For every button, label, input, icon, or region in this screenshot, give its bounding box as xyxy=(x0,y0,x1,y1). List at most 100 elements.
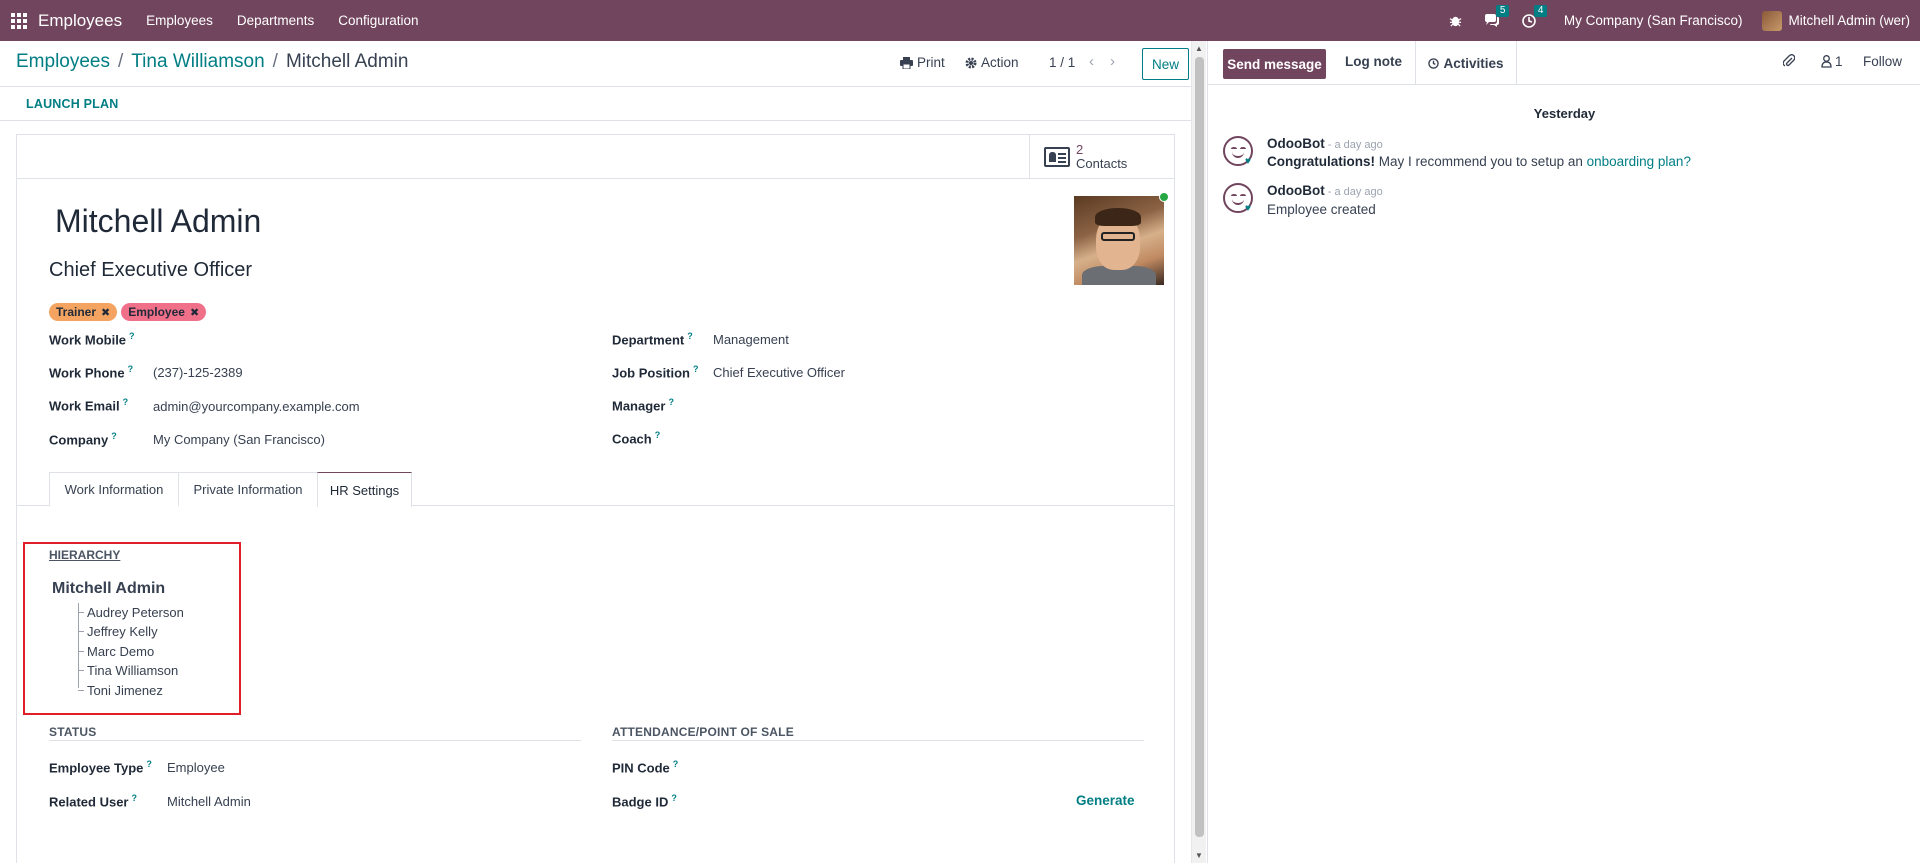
company-switcher[interactable]: My Company (San Francisco) xyxy=(1564,13,1743,28)
send-message-button[interactable]: Send message xyxy=(1223,49,1326,79)
hierarchy-child[interactable]: Audrey Peterson xyxy=(87,605,184,620)
message-time: - a day ago xyxy=(1327,186,1383,198)
hierarchy-connector xyxy=(78,603,79,688)
pager-previous-icon[interactable]: ‹ xyxy=(1089,53,1094,70)
contacts-smart-button[interactable]: 2 Contacts xyxy=(1029,135,1174,179)
hierarchy-child[interactable]: Toni Jimenez xyxy=(87,683,163,698)
hierarchy-child[interactable]: Marc Demo xyxy=(87,644,154,659)
top-navbar: Employees Employees Departments Configur… xyxy=(0,0,1920,41)
pin-code-label: PIN Code? xyxy=(612,759,679,776)
breadcrumb-current: Mitchell Admin xyxy=(285,51,409,72)
tab-private-information[interactable]: Private Information xyxy=(178,472,318,506)
department-field[interactable]: Management xyxy=(713,332,789,347)
breadcrumb-employees[interactable]: Employees xyxy=(16,51,110,72)
department-label: Department? xyxy=(612,331,693,348)
pager-next-icon[interactable]: › xyxy=(1110,53,1115,70)
debug-bug-icon[interactable] xyxy=(1449,14,1462,27)
employee-job-title[interactable]: Chief Executive Officer xyxy=(49,259,252,282)
print-icon xyxy=(900,56,913,69)
user-menu[interactable]: Mitchell Admin (wer) xyxy=(1762,10,1910,31)
print-label: Print xyxy=(917,55,945,70)
activities-button[interactable]: Activities xyxy=(1415,41,1517,85)
attachment-paperclip-icon[interactable] xyxy=(1783,54,1795,68)
hierarchy-title: HIERARCHY xyxy=(49,548,121,562)
tab-hr-settings[interactable]: HR Settings xyxy=(317,472,412,507)
button-box: 2 Contacts xyxy=(17,135,1174,179)
messages-icon[interactable]: 5 xyxy=(1484,4,1510,28)
breadcrumb-tina-williamson[interactable]: Tina Williamson xyxy=(131,51,264,72)
chatter-panel: Send message Log note Activities 1 Follo… xyxy=(1207,41,1920,863)
followers-count: 1 xyxy=(1835,54,1843,69)
message-author[interactable]: OdooBot - a day ago xyxy=(1267,183,1383,198)
gear-icon xyxy=(965,57,977,68)
scroll-thumb[interactable] xyxy=(1195,57,1204,837)
apps-menu-icon[interactable] xyxy=(0,0,38,41)
menu-configuration[interactable]: Configuration xyxy=(338,13,418,28)
coach-field[interactable] xyxy=(713,430,1013,448)
action-button[interactable]: Action xyxy=(965,55,1019,70)
tag-trainer: Trainer ✖ xyxy=(49,303,118,321)
contacts-label: Contacts xyxy=(1076,156,1128,171)
menu-employees[interactable]: Employees xyxy=(146,13,213,28)
scroll-up-icon[interactable]: ▲ xyxy=(1195,44,1203,53)
work-phone-field[interactable]: (237)-125-2389 xyxy=(153,365,243,380)
odoobot-avatar[interactable]: ♥ xyxy=(1223,183,1253,214)
coach-label: Coach? xyxy=(612,430,661,447)
odoobot-avatar[interactable]: ♥ xyxy=(1223,136,1253,167)
employee-type-label: Employee Type? xyxy=(49,759,152,776)
follow-button[interactable]: Follow xyxy=(1863,54,1902,69)
company-field[interactable]: My Company (San Francisco) xyxy=(153,432,325,447)
log-note-button[interactable]: Log note xyxy=(1345,54,1402,69)
work-mobile-label: Work Mobile? xyxy=(49,331,135,348)
tab-work-information[interactable]: Work Information xyxy=(49,472,179,506)
related-user-field[interactable]: Mitchell Admin xyxy=(167,794,251,809)
scroll-down-icon[interactable]: ▼ xyxy=(1195,851,1203,860)
work-phone-label: Work Phone? xyxy=(49,364,134,381)
launch-plan-button[interactable]: LAUNCH PLAN xyxy=(26,97,118,111)
employee-photo[interactable] xyxy=(1074,196,1164,285)
work-email-label: Work Email? xyxy=(49,397,129,414)
form-sheet: 2 Contacts Mitchell Admin Chief Executiv… xyxy=(16,134,1175,863)
manager-field[interactable] xyxy=(713,397,1013,415)
messages-count-badge: 5 xyxy=(1495,4,1510,17)
menu-departments[interactable]: Departments xyxy=(237,13,314,28)
work-mobile-field[interactable] xyxy=(153,331,453,349)
print-button[interactable]: Print xyxy=(900,55,945,70)
contact-card-icon xyxy=(1044,147,1070,167)
message-body: Employee created xyxy=(1267,202,1376,217)
breadcrumb: Employees / Tina Williamson / Mitchell Admin xyxy=(16,51,409,72)
employee-name[interactable]: Mitchell Admin xyxy=(55,203,261,240)
control-panel: Employees / Tina Williamson / Mitchell Admin… xyxy=(0,41,1206,87)
onboarding-plan-link[interactable]: onboarding plan? xyxy=(1587,154,1691,169)
app-brand[interactable]: Employees xyxy=(38,11,122,31)
generate-badge-link[interactable]: Generate xyxy=(1076,793,1135,808)
message-author[interactable]: OdooBot - a day ago xyxy=(1267,136,1383,151)
form-statusbar: LAUNCH PLAN xyxy=(0,87,1194,121)
activities-clock-icon[interactable]: 4 xyxy=(1522,4,1548,28)
hierarchy-root[interactable]: Mitchell Admin xyxy=(52,580,165,598)
employee-tags[interactable]: Trainer ✖ Employee ✖ xyxy=(49,303,210,321)
message-time: - a day ago xyxy=(1327,139,1383,151)
work-email-field[interactable]: admin@yourcompany.example.com xyxy=(153,399,360,414)
activities-label: Activities xyxy=(1443,55,1504,71)
user-name: Mitchell Admin (wer) xyxy=(1788,13,1910,28)
manager-label: Manager? xyxy=(612,397,674,414)
pager-value[interactable]: 1 / 1 xyxy=(1049,55,1075,70)
hierarchy-child[interactable]: Jeffrey Kelly xyxy=(87,624,158,639)
hierarchy-child[interactable]: Tina Williamson xyxy=(87,663,178,678)
remove-tag-icon[interactable]: ✖ xyxy=(190,306,199,319)
company-label: Company? xyxy=(49,431,117,448)
job-position-field[interactable]: Chief Executive Officer xyxy=(713,365,845,380)
remove-tag-icon[interactable]: ✖ xyxy=(101,306,110,319)
contacts-count: 2 xyxy=(1076,142,1084,157)
tag-label: Trainer xyxy=(56,305,97,319)
form-scrollbar[interactable]: ▲ ▼ xyxy=(1191,41,1206,863)
badge-id-field[interactable] xyxy=(717,793,1047,811)
notebook-tabs: Work Information Private Information HR … xyxy=(17,472,1174,507)
pin-code-field[interactable] xyxy=(717,759,1047,777)
message-body: Congratulations! May I recommend you to … xyxy=(1267,154,1691,169)
user-avatar xyxy=(1762,10,1783,31)
employee-type-field[interactable]: Employee xyxy=(167,760,225,775)
followers-button[interactable]: 1 xyxy=(1821,54,1843,69)
new-button[interactable]: New xyxy=(1142,48,1189,80)
